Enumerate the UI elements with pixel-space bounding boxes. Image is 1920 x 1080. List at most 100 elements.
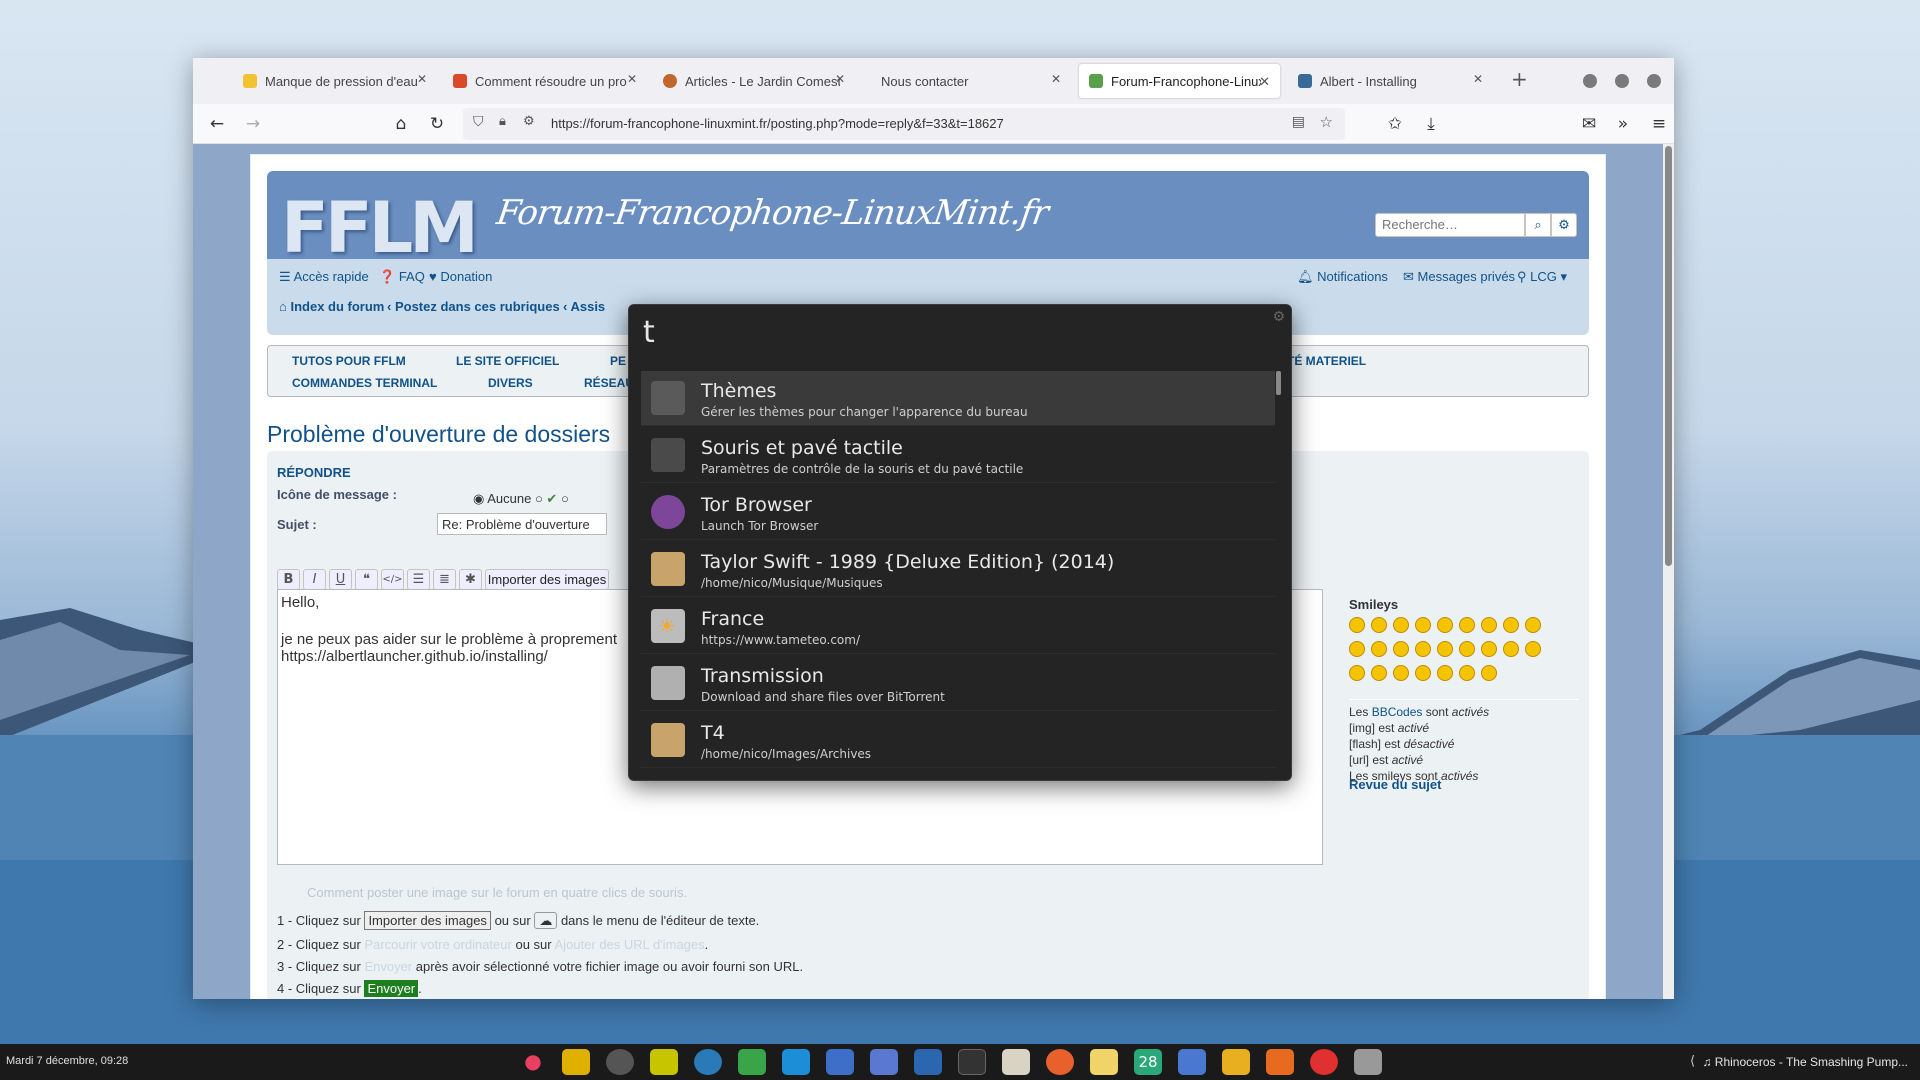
- settings-gear-icon[interactable]: ⚙: [1272, 309, 1285, 325]
- close-tab-icon[interactable]: ✕: [1051, 72, 1061, 86]
- list-button[interactable]: ☰: [407, 569, 430, 590]
- smiley-icon[interactable]: [1503, 641, 1519, 657]
- smiley-icon[interactable]: [1459, 617, 1475, 633]
- terminal-icon[interactable]: [958, 1049, 986, 1075]
- tab-jardin[interactable]: Articles - Le Jardin Comestible: [653, 63, 840, 99]
- underline-button[interactable]: U: [329, 569, 352, 590]
- tab-albert[interactable]: Albert - Installing: [1288, 63, 1475, 99]
- url-bar[interactable]: ⛉ 🔒︎ ⚙ https://forum-francophone-linuxmi…: [463, 108, 1345, 140]
- lifesaver-icon[interactable]: [1310, 1049, 1338, 1075]
- smiley-icon[interactable]: [1349, 617, 1365, 633]
- now-playing[interactable]: ♫ Rhinoceros - The Smashing Pump...: [1702, 1055, 1908, 1069]
- advanced-search-icon[interactable]: ⚙: [1551, 213, 1577, 237]
- overflow-icon[interactable]: »: [1611, 112, 1635, 136]
- smiley-icon[interactable]: [1371, 617, 1387, 633]
- tab-resoudre[interactable]: Comment résoudre un pro: [443, 63, 630, 99]
- result-item-transmission[interactable]: Transmission Download and share files ove…: [641, 656, 1275, 711]
- maps-icon[interactable]: [738, 1049, 766, 1075]
- globe-icon[interactable]: [694, 1049, 722, 1075]
- smiley-icon[interactable]: [1503, 617, 1519, 633]
- close-window-icon[interactable]: [1647, 74, 1661, 88]
- menu-icon[interactable]: ≡: [1647, 112, 1671, 136]
- result-item-taylor-swift[interactable]: Taylor Swift - 1989 {Deluxe Edition} (20…: [641, 542, 1275, 597]
- search-icon[interactable]: ⌕: [1525, 213, 1551, 237]
- close-tab-icon[interactable]: ✕: [627, 72, 637, 86]
- mail-icon[interactable]: ✉: [1577, 112, 1601, 136]
- search-input[interactable]: Recherche…: [1375, 213, 1525, 237]
- close-tab-icon[interactable]: ✕: [417, 72, 427, 86]
- camera-icon[interactable]: [1354, 1049, 1382, 1075]
- disk-icon[interactable]: [606, 1049, 634, 1075]
- smiley-icon[interactable]: [1415, 617, 1431, 633]
- smiley-icon[interactable]: [1459, 641, 1475, 657]
- page-scrollbar[interactable]: [1663, 144, 1674, 999]
- smiley-icon[interactable]: [1349, 641, 1365, 657]
- forward-icon[interactable]: →: [241, 112, 265, 136]
- category-link[interactable]: LE SITE OFFICIEL: [456, 354, 559, 368]
- smiley-icon[interactable]: [1525, 617, 1541, 633]
- quick-access-link[interactable]: ☰ Accès rapide: [279, 269, 369, 285]
- result-item-themes[interactable]: Thèmes Gérer les thèmes pour changer l'ap…: [641, 371, 1275, 426]
- smiley-icon[interactable]: [1481, 665, 1497, 681]
- network-icon[interactable]: [782, 1049, 810, 1075]
- smiley-icon[interactable]: [1349, 665, 1365, 681]
- smiley-icon[interactable]: [1437, 617, 1453, 633]
- firefox-icon[interactable]: [1046, 1049, 1074, 1075]
- code-button[interactable]: </>: [381, 569, 404, 590]
- smiley-icon[interactable]: [1437, 665, 1453, 681]
- ordered-list-button[interactable]: ≣: [433, 569, 456, 590]
- category-link[interactable]: TUTOS POUR FFLM: [292, 354, 406, 368]
- smiley-icon[interactable]: [1415, 665, 1431, 681]
- faq-link[interactable]: ❓ FAQ: [379, 269, 425, 285]
- user-menu[interactable]: ⚲ LCG ▾: [1517, 269, 1567, 285]
- result-item-france[interactable]: ☀ France https://www.tameteo.com/: [641, 599, 1275, 654]
- bbcodes-link[interactable]: BBCodes: [1372, 705, 1423, 719]
- new-tab-icon[interactable]: +: [1511, 67, 1528, 91]
- calendar-icon[interactable]: 28: [1134, 1049, 1162, 1075]
- donation-link[interactable]: ♥ Donation: [429, 269, 492, 284]
- close-tab-icon[interactable]: ✕: [1259, 74, 1270, 90]
- results-scrollbar[interactable]: [1276, 371, 1281, 395]
- rss-icon[interactable]: [1266, 1049, 1294, 1075]
- tab-contacter[interactable]: Nous contacter: [863, 63, 1036, 99]
- smiley-icon[interactable]: [1459, 665, 1475, 681]
- smiley-icon[interactable]: [1525, 641, 1541, 657]
- import-images-button[interactable]: Importer des images: [485, 569, 609, 590]
- scrollbar-thumb[interactable]: [1665, 146, 1672, 566]
- result-item-tor[interactable]: Tor Browser Launch Tor Browser: [641, 485, 1275, 540]
- private-messages-link[interactable]: ✉ Messages privés: [1403, 269, 1515, 285]
- bold-button[interactable]: B: [277, 569, 300, 590]
- category-link[interactable]: RÉSEAU: [584, 376, 634, 390]
- site-logo[interactable]: FFLM: [281, 187, 479, 269]
- files-icon[interactable]: [1002, 1049, 1030, 1075]
- launcher-query-input[interactable]: t: [643, 315, 655, 350]
- list-item-button[interactable]: ✱: [459, 569, 482, 590]
- topic-review-link[interactable]: Revue du sujet: [1349, 777, 1441, 792]
- category-link[interactable]: COMMANDES TERMINAL: [292, 376, 437, 390]
- reader-view-icon[interactable]: ▤: [1292, 114, 1305, 130]
- smiley-icon[interactable]: [1371, 665, 1387, 681]
- site-name[interactable]: Forum-Francophone-LinuxMint.fr: [494, 193, 1050, 233]
- maximize-icon[interactable]: [1615, 74, 1629, 88]
- tasks-icon[interactable]: [1178, 1049, 1206, 1075]
- mail-icon[interactable]: [870, 1049, 898, 1075]
- calculator-icon[interactable]: [562, 1049, 590, 1075]
- writer-icon[interactable]: [914, 1049, 942, 1075]
- url-text[interactable]: https://forum-francophone-linuxmint.fr/p…: [551, 116, 1004, 131]
- smiley-icon[interactable]: [1415, 641, 1431, 657]
- home-icon[interactable]: ⌂: [389, 112, 413, 136]
- smiley-icon[interactable]: [1393, 641, 1409, 657]
- reload-icon[interactable]: ↻: [425, 112, 449, 136]
- editor-icon[interactable]: [1222, 1049, 1250, 1075]
- result-item-mouse[interactable]: Souris et pavé tactile Paramètres de cont…: [641, 428, 1275, 483]
- breadcrumb-home[interactable]: ⌂ Index du forum: [279, 299, 384, 314]
- close-tab-icon[interactable]: ✕: [835, 72, 845, 86]
- category-link[interactable]: DIVERS: [488, 376, 533, 390]
- page-title[interactable]: Problème d'ouverture de dossiers: [267, 421, 610, 448]
- tray-arrow-icon[interactable]: ⟨: [1690, 1054, 1695, 1069]
- bookmark-star-icon[interactable]: ☆: [1320, 113, 1333, 131]
- smiley-icon[interactable]: [1437, 641, 1453, 657]
- smiley-icon[interactable]: [1393, 617, 1409, 633]
- smiley-icon[interactable]: [1393, 665, 1409, 681]
- breadcrumb-assistance[interactable]: ‹ Assis: [563, 299, 605, 314]
